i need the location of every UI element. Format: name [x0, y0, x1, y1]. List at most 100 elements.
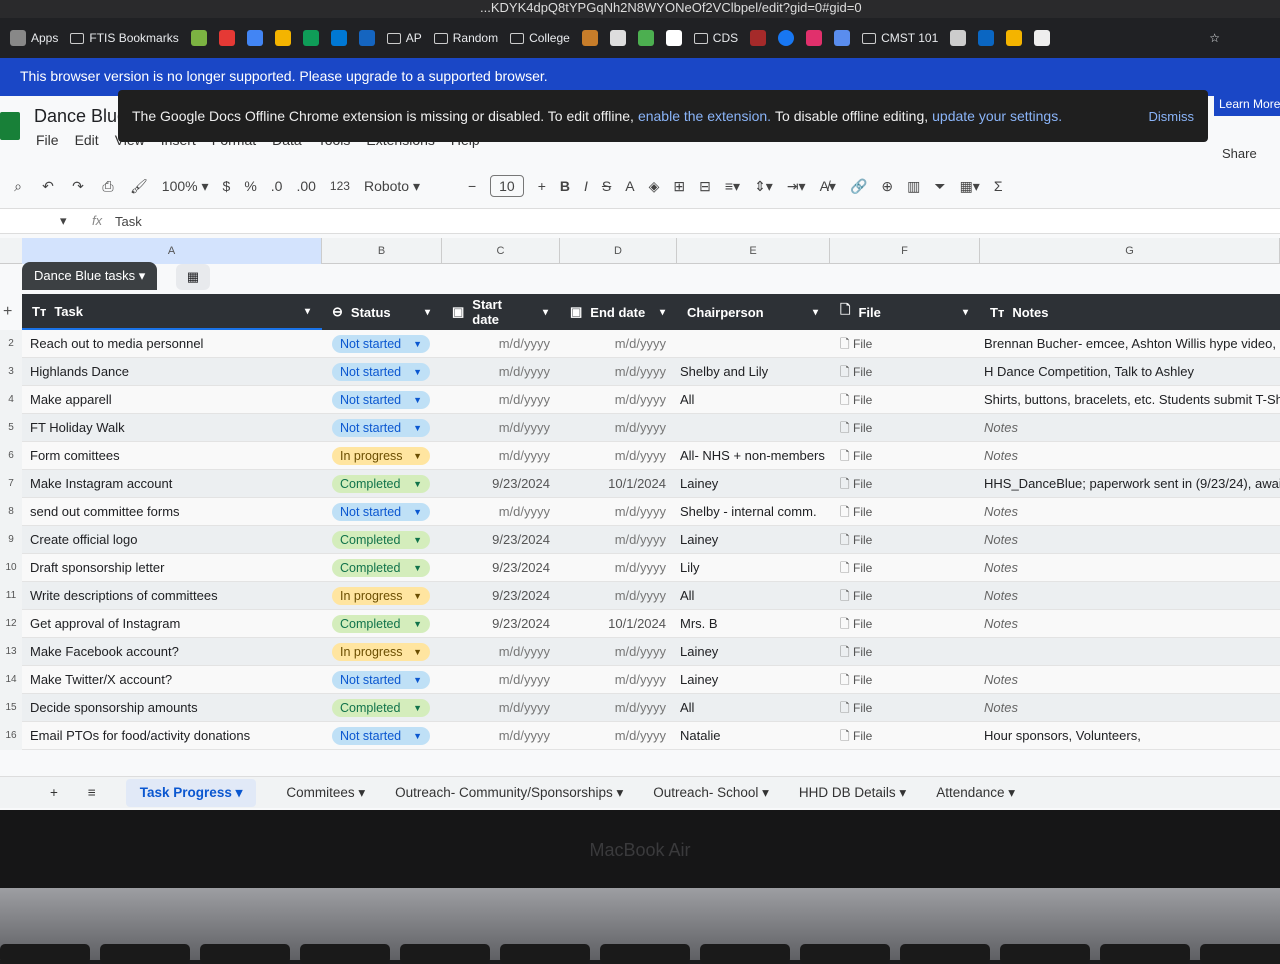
file-cell[interactable]: 🗋 File: [840, 582, 960, 610]
chairperson-cell[interactable]: Lily: [680, 554, 828, 582]
status-cell[interactable]: In progress ▼: [332, 582, 440, 610]
font-size-input[interactable]: 10: [490, 175, 524, 197]
status-cell[interactable]: Completed ▼: [332, 526, 440, 554]
file-cell[interactable]: 🗋 File: [840, 498, 960, 526]
status-chip[interactable]: Not started ▼: [332, 419, 430, 437]
end-date-cell[interactable]: m/d/yyyy: [560, 330, 666, 358]
task-cell[interactable]: Highlands Dance: [30, 358, 320, 386]
amazon-icon[interactable]: [665, 30, 682, 46]
more-formats-button[interactable]: 123: [330, 179, 350, 193]
paint-format-icon[interactable]: 🖌: [130, 178, 148, 195]
bookmark-icon[interactable]: [581, 30, 598, 46]
chevron-down-icon[interactable]: ▾: [813, 307, 818, 318]
bookmark-c-icon[interactable]: [190, 30, 207, 46]
chevron-down-icon[interactable]: ▾: [425, 307, 430, 318]
status-chip[interactable]: Not started ▼: [332, 363, 430, 381]
column-header-b[interactable]: B: [322, 238, 442, 264]
header-end-date[interactable]: ▣ End date ▾: [560, 294, 677, 330]
borders-icon[interactable]: ⊞: [673, 178, 685, 195]
end-date-cell[interactable]: m/d/yyyy: [560, 554, 666, 582]
file-cell[interactable]: 🗋 File: [840, 414, 960, 442]
status-chip[interactable]: Completed ▼: [332, 475, 430, 493]
chairperson-cell[interactable]: Lainey: [680, 526, 828, 554]
chevron-down-icon[interactable]: ▾: [963, 307, 968, 318]
youtube-icon[interactable]: [218, 30, 235, 46]
row-number[interactable]: 16: [0, 722, 22, 750]
notes-cell[interactable]: Notes: [984, 694, 1280, 722]
dismiss-button[interactable]: Dismiss: [1149, 109, 1195, 124]
merge-cells-icon[interactable]: ⊟: [699, 178, 711, 195]
add-row-icon[interactable]: +: [3, 303, 12, 321]
slides-icon[interactable]: [274, 30, 291, 46]
notes-cell[interactable]: Hour sponsors, Volunteers,: [984, 722, 1280, 750]
bookmark-ap[interactable]: AP: [386, 31, 422, 45]
start-date-cell[interactable]: m/d/yyyy: [442, 638, 550, 666]
row-number[interactable]: 6: [0, 442, 22, 470]
status-chip[interactable]: Completed ▼: [332, 615, 430, 633]
bookmark-ftis[interactable]: FTIS Bookmarks: [70, 31, 179, 45]
sheet-tab-task-progress[interactable]: Task Progress ▾: [125, 778, 257, 807]
bookmark-icon[interactable]: [1034, 30, 1051, 46]
start-date-cell[interactable]: m/d/yyyy: [442, 330, 550, 358]
share-button[interactable]: Share: [1222, 146, 1257, 161]
task-cell[interactable]: Draft sponsorship letter: [30, 554, 320, 582]
row-number[interactable]: 5: [0, 414, 22, 442]
row-number[interactable]: 15: [0, 694, 22, 722]
task-cell[interactable]: FT Holiday Walk: [30, 414, 320, 442]
file-cell[interactable]: 🗋 File: [840, 554, 960, 582]
update-settings-link[interactable]: update your settings.: [932, 108, 1062, 124]
notes-cell[interactable]: Notes: [984, 498, 1280, 526]
status-cell[interactable]: Not started ▼: [332, 414, 440, 442]
chart-icon[interactable]: ▥: [907, 178, 920, 195]
start-date-cell[interactable]: m/d/yyyy: [442, 498, 550, 526]
notes-cell[interactable]: Notes: [984, 414, 1280, 442]
column-header-a[interactable]: A: [22, 238, 322, 264]
status-cell[interactable]: Not started ▼: [332, 386, 440, 414]
task-cell[interactable]: Make Twitter/X account?: [30, 666, 320, 694]
undo-icon[interactable]: ↶: [40, 178, 56, 195]
filter-icon[interactable]: ⏷: [934, 178, 945, 195]
chairperson-cell[interactable]: All- NHS + non-members: [680, 442, 828, 470]
bookmark-apps[interactable]: Apps: [10, 30, 58, 46]
bookmark-icon[interactable]: [834, 30, 851, 46]
chevron-down-icon[interactable]: ▾: [305, 306, 310, 317]
row-number[interactable]: 14: [0, 666, 22, 694]
status-cell[interactable]: Not started ▼: [332, 358, 440, 386]
redo-icon[interactable]: ↷: [70, 178, 86, 195]
status-cell[interactable]: In progress ▼: [332, 442, 440, 470]
column-header-e[interactable]: E: [677, 238, 830, 264]
text-rotation-icon[interactable]: A̸▾: [820, 178, 836, 195]
sheet-tab-attendance[interactable]: Attendance ▾: [936, 785, 1015, 801]
file-cell[interactable]: 🗋 File: [840, 330, 960, 358]
file-cell[interactable]: 🗋 File: [840, 386, 960, 414]
docs-icon[interactable]: [246, 30, 263, 46]
status-chip[interactable]: Not started ▼: [332, 727, 430, 745]
chairperson-cell[interactable]: Shelby - internal comm.: [680, 498, 828, 526]
row-number[interactable]: 9: [0, 526, 22, 554]
end-date-cell[interactable]: m/d/yyyy: [560, 386, 666, 414]
notes-cell[interactable]: HHS_DanceBlue; paperwork sent in (9/23/2…: [984, 470, 1280, 498]
end-date-cell[interactable]: m/d/yyyy: [560, 498, 666, 526]
bookmark-college[interactable]: College: [510, 31, 570, 45]
bookmark-icon[interactable]: [1006, 30, 1023, 46]
end-date-cell[interactable]: m/d/yyyy: [560, 638, 666, 666]
status-chip[interactable]: Completed ▼: [332, 699, 430, 717]
status-chip[interactable]: Completed ▼: [332, 531, 430, 549]
enable-extension-link[interactable]: enable the extension.: [638, 108, 771, 124]
pearson-icon[interactable]: [358, 30, 375, 46]
sheet-tab-outreach-school[interactable]: Outreach- School ▾: [653, 785, 769, 801]
task-cell[interactable]: Make Facebook account?: [30, 638, 320, 666]
notes-cell[interactable]: Notes: [984, 666, 1280, 694]
row-number[interactable]: 4: [0, 386, 22, 414]
chairperson-cell[interactable]: [680, 414, 828, 442]
link-icon[interactable]: 🔗: [850, 178, 867, 195]
star-icon[interactable]: ☆: [1209, 31, 1220, 45]
sheet-tab-commitees[interactable]: Commitees ▾: [286, 785, 365, 801]
chairperson-cell[interactable]: All: [680, 386, 828, 414]
formula-input[interactable]: Task: [115, 214, 142, 229]
file-cell[interactable]: 🗋 File: [840, 694, 960, 722]
print-icon[interactable]: ⎙: [100, 178, 116, 195]
task-cell[interactable]: Form comittees: [30, 442, 320, 470]
facebook-icon[interactable]: [778, 30, 795, 46]
end-date-cell[interactable]: m/d/yyyy: [560, 442, 666, 470]
